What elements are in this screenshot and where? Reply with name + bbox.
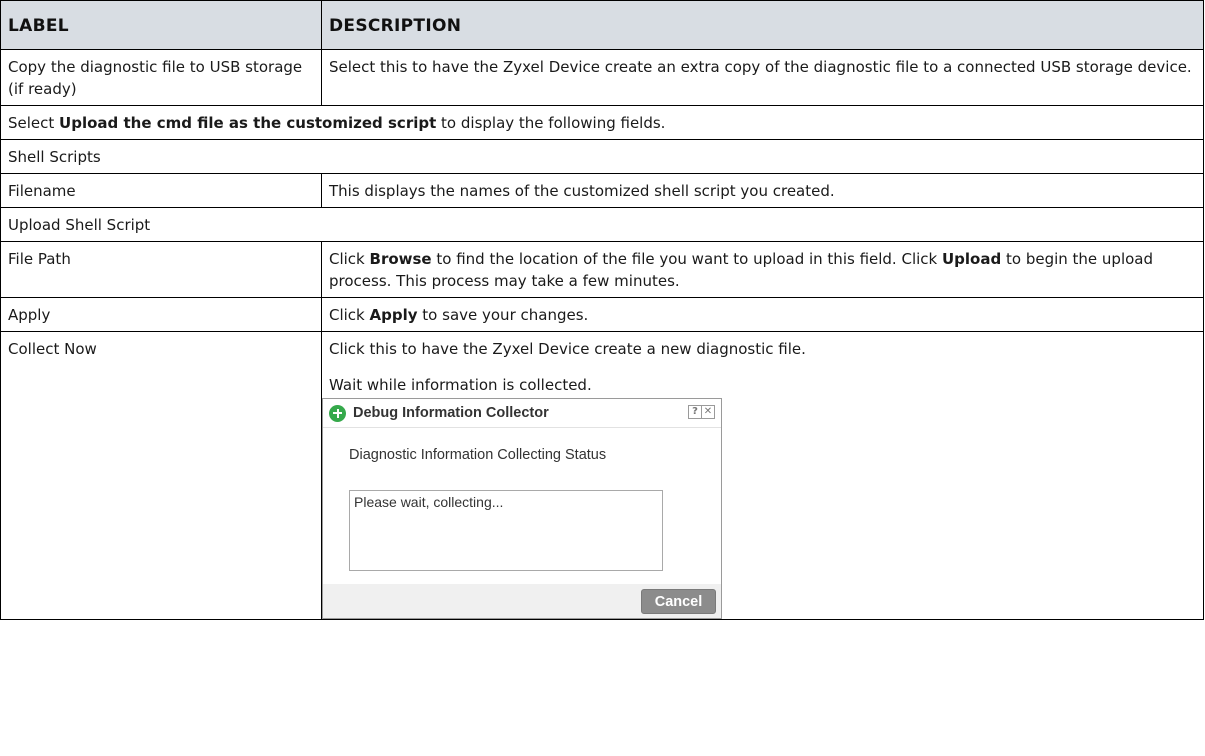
- plus-circle-icon: [329, 404, 346, 422]
- desc-text: Click this to have the Zyxel Device crea…: [329, 340, 806, 358]
- desc-text: Wait while information is collected.: [329, 376, 592, 394]
- close-icon[interactable]: ✕: [702, 405, 715, 419]
- header-label: LABEL: [0, 0, 322, 50]
- row-description: Click Apply to save your changes.: [321, 297, 1204, 332]
- debug-collector-dialog: Debug Information Collector ? ✕ Diagnost…: [322, 398, 722, 619]
- table-row: Select Upload the cmd file as the custom…: [0, 105, 1204, 140]
- table-row: File Path Click Browse to find the locat…: [0, 241, 1204, 298]
- row-description: Select this to have the Zyxel Device cre…: [321, 49, 1204, 106]
- row-label: Filename: [0, 173, 322, 208]
- dialog-controls: ? ✕: [688, 405, 715, 419]
- help-icon[interactable]: ?: [688, 405, 702, 419]
- dialog-title-bar: Debug Information Collector ? ✕: [323, 399, 721, 428]
- section-note: Select Upload the cmd file as the custom…: [0, 105, 1204, 140]
- note-bold: Upload the cmd file as the customized sc…: [59, 114, 437, 132]
- note-text: to display the following fields.: [436, 114, 666, 132]
- row-label: Collect Now: [0, 331, 322, 620]
- desc-bold: Browse: [369, 250, 432, 268]
- status-label: Diagnostic Information Collecting Status: [349, 447, 607, 463]
- row-label: Copy the diagnostic file to USB storage …: [0, 49, 322, 106]
- table-row: Apply Click Apply to save your changes.: [0, 297, 1204, 332]
- dialog-title: Debug Information Collector: [353, 405, 549, 421]
- dialog-footer: Cancel: [323, 584, 721, 618]
- table-header-row: LABEL DESCRIPTION: [0, 0, 1204, 50]
- row-description: Click Browse to find the location of the…: [321, 241, 1204, 298]
- desc-text: to find the location of the file you wan…: [431, 250, 942, 268]
- table-row: Copy the diagnostic file to USB storage …: [0, 49, 1204, 106]
- desc-text: Click: [329, 250, 370, 268]
- section-heading-shell-scripts: Shell Scripts: [0, 139, 1204, 174]
- row-description: Click this to have the Zyxel Device crea…: [321, 331, 1204, 620]
- table-row: Shell Scripts: [0, 139, 1204, 174]
- desc-text: Click: [329, 306, 370, 324]
- description-table: LABEL DESCRIPTION Copy the diagnostic fi…: [0, 0, 1204, 620]
- row-label: File Path: [0, 241, 322, 298]
- table-row: Filename This displays the names of the …: [0, 173, 1204, 208]
- table-row: Upload Shell Script: [0, 207, 1204, 242]
- header-description: DESCRIPTION: [321, 0, 1204, 50]
- table-row: Collect Now Click this to have the Zyxel…: [0, 331, 1204, 620]
- desc-text: to save your changes.: [417, 306, 589, 324]
- section-heading-upload-shell-script: Upload Shell Script: [0, 207, 1204, 242]
- note-text: Select: [8, 114, 60, 132]
- status-textarea[interactable]: Please wait, collecting...: [349, 490, 663, 571]
- cancel-button[interactable]: Cancel: [641, 589, 716, 614]
- row-description: This displays the names of the customize…: [321, 173, 1204, 208]
- row-label: Apply: [0, 297, 322, 332]
- desc-bold: Apply: [369, 306, 418, 324]
- desc-bold: Upload: [941, 250, 1002, 268]
